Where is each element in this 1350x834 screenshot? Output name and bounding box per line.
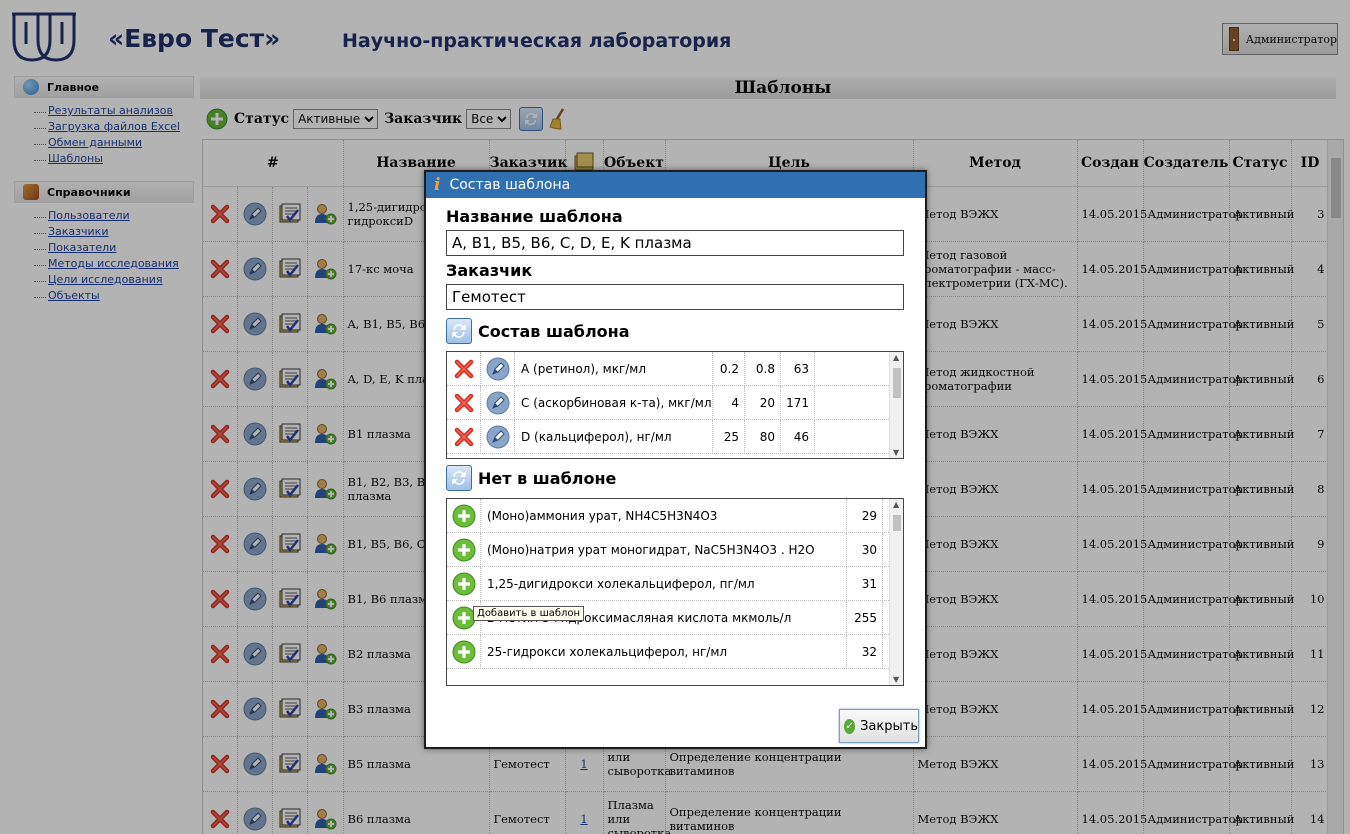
refresh-icon xyxy=(452,324,466,338)
remove-icon[interactable] xyxy=(447,385,481,420)
missing-section-header: Нет в шаблоне xyxy=(446,465,616,491)
composition-row[interactable]: D (кальциферол), нг/мл 25 80 46 xyxy=(447,419,903,454)
template-name-field[interactable]: A, B1, B5, B6, C, D, E, K плазма xyxy=(446,230,904,256)
missing-name: (Моно)аммония урат, NH4C5H3N4O3 xyxy=(481,499,847,533)
dialog-title-bar[interactable]: i Состав шаблона xyxy=(426,172,925,198)
composition-name: D (кальциферол), нг/мл xyxy=(515,419,713,454)
missing-row[interactable]: (Моно)аммония урат, NH4C5H3N4O3 29 xyxy=(447,499,903,533)
composition-row[interactable]: C (аскорбиновая к-та), мкг/мл 4 20 171 xyxy=(447,385,903,420)
composition-name: C (аскорбиновая к-та), мкг/мл xyxy=(515,385,713,420)
missing-id: 31 xyxy=(847,566,883,601)
composition-min: 25 xyxy=(713,419,745,454)
remove-icon[interactable] xyxy=(447,352,481,386)
template-composition-dialog: i Состав шаблона Название шаблона A, B1,… xyxy=(424,170,927,749)
refresh-icon xyxy=(452,471,466,485)
info-icon: i xyxy=(434,175,441,195)
composition-max: 80 xyxy=(745,419,781,454)
composition-row[interactable]: A (ретинол), мкг/мл 0.2 0.8 63 xyxy=(447,352,903,386)
close-button[interactable]: ✓ Закрыть xyxy=(839,709,919,743)
missing-id: 255 xyxy=(847,600,883,635)
composition-id: 63 xyxy=(781,352,815,386)
missing-name: (Моно)натрия урат моногидрат, NaC5H3N4O3… xyxy=(481,532,847,567)
composition-min: 0.2 xyxy=(713,352,745,386)
edit-icon[interactable] xyxy=(481,352,515,386)
composition-heading: Состав шаблона xyxy=(478,321,630,341)
missing-row[interactable]: (Моно)натрия урат моногидрат, NaC5H3N4O3… xyxy=(447,532,903,567)
missing-id: 29 xyxy=(847,499,883,533)
missing-heading: Нет в шаблоне xyxy=(478,468,617,488)
composition-list: A (ретинол), мкг/мл 0.2 0.8 63 C (аскорбинов… xyxy=(446,351,904,459)
missing-name: 1,25-дигидрокси холекальциферол, пг/мл xyxy=(481,566,847,601)
customer-field[interactable]: Гемотест xyxy=(446,284,904,310)
missing-id: 32 xyxy=(847,634,883,669)
composition-min: 4 xyxy=(713,385,745,420)
template-name-label: Название шаблона xyxy=(446,207,623,226)
add-icon[interactable] xyxy=(447,499,481,533)
composition-id: 46 xyxy=(781,419,815,454)
add-icon[interactable] xyxy=(447,532,481,567)
missing-row[interactable]: 1,25-дигидрокси холекальциферол, пг/мл 31 xyxy=(447,566,903,601)
customer-label: Заказчик xyxy=(446,261,533,280)
missing-id: 30 xyxy=(847,532,883,567)
add-icon[interactable] xyxy=(447,634,481,669)
missing-refresh-button[interactable] xyxy=(446,465,472,491)
close-button-label: Закрыть xyxy=(860,718,918,734)
edit-icon[interactable] xyxy=(481,385,515,420)
composition-max: 0.8 xyxy=(745,352,781,386)
composition-section-header: Состав шаблона xyxy=(446,318,630,344)
add-to-template-tooltip: Добавить в шаблон xyxy=(473,606,585,621)
missing-list: (Моно)аммония урат, NH4C5H3N4O3 29 (Моно)н… xyxy=(446,498,904,686)
composition-max: 20 xyxy=(745,385,781,420)
add-icon[interactable] xyxy=(447,566,481,601)
check-icon: ✓ xyxy=(844,718,856,734)
dialog-title: Состав шаблона xyxy=(449,177,571,193)
composition-id: 171 xyxy=(781,385,815,420)
composition-scrollbar[interactable]: ▲ ▼ xyxy=(889,352,903,458)
composition-refresh-button[interactable] xyxy=(446,318,472,344)
remove-icon[interactable] xyxy=(447,419,481,454)
missing-scrollbar[interactable]: ▲ ▼ xyxy=(889,499,903,685)
missing-name: 25-гидрокси холекальциферол, нг/мл xyxy=(481,634,847,669)
composition-name: A (ретинол), мкг/мл xyxy=(515,352,713,386)
edit-icon[interactable] xyxy=(481,419,515,454)
missing-row[interactable]: 25-гидрокси холекальциферол, нг/мл 32 xyxy=(447,634,903,669)
